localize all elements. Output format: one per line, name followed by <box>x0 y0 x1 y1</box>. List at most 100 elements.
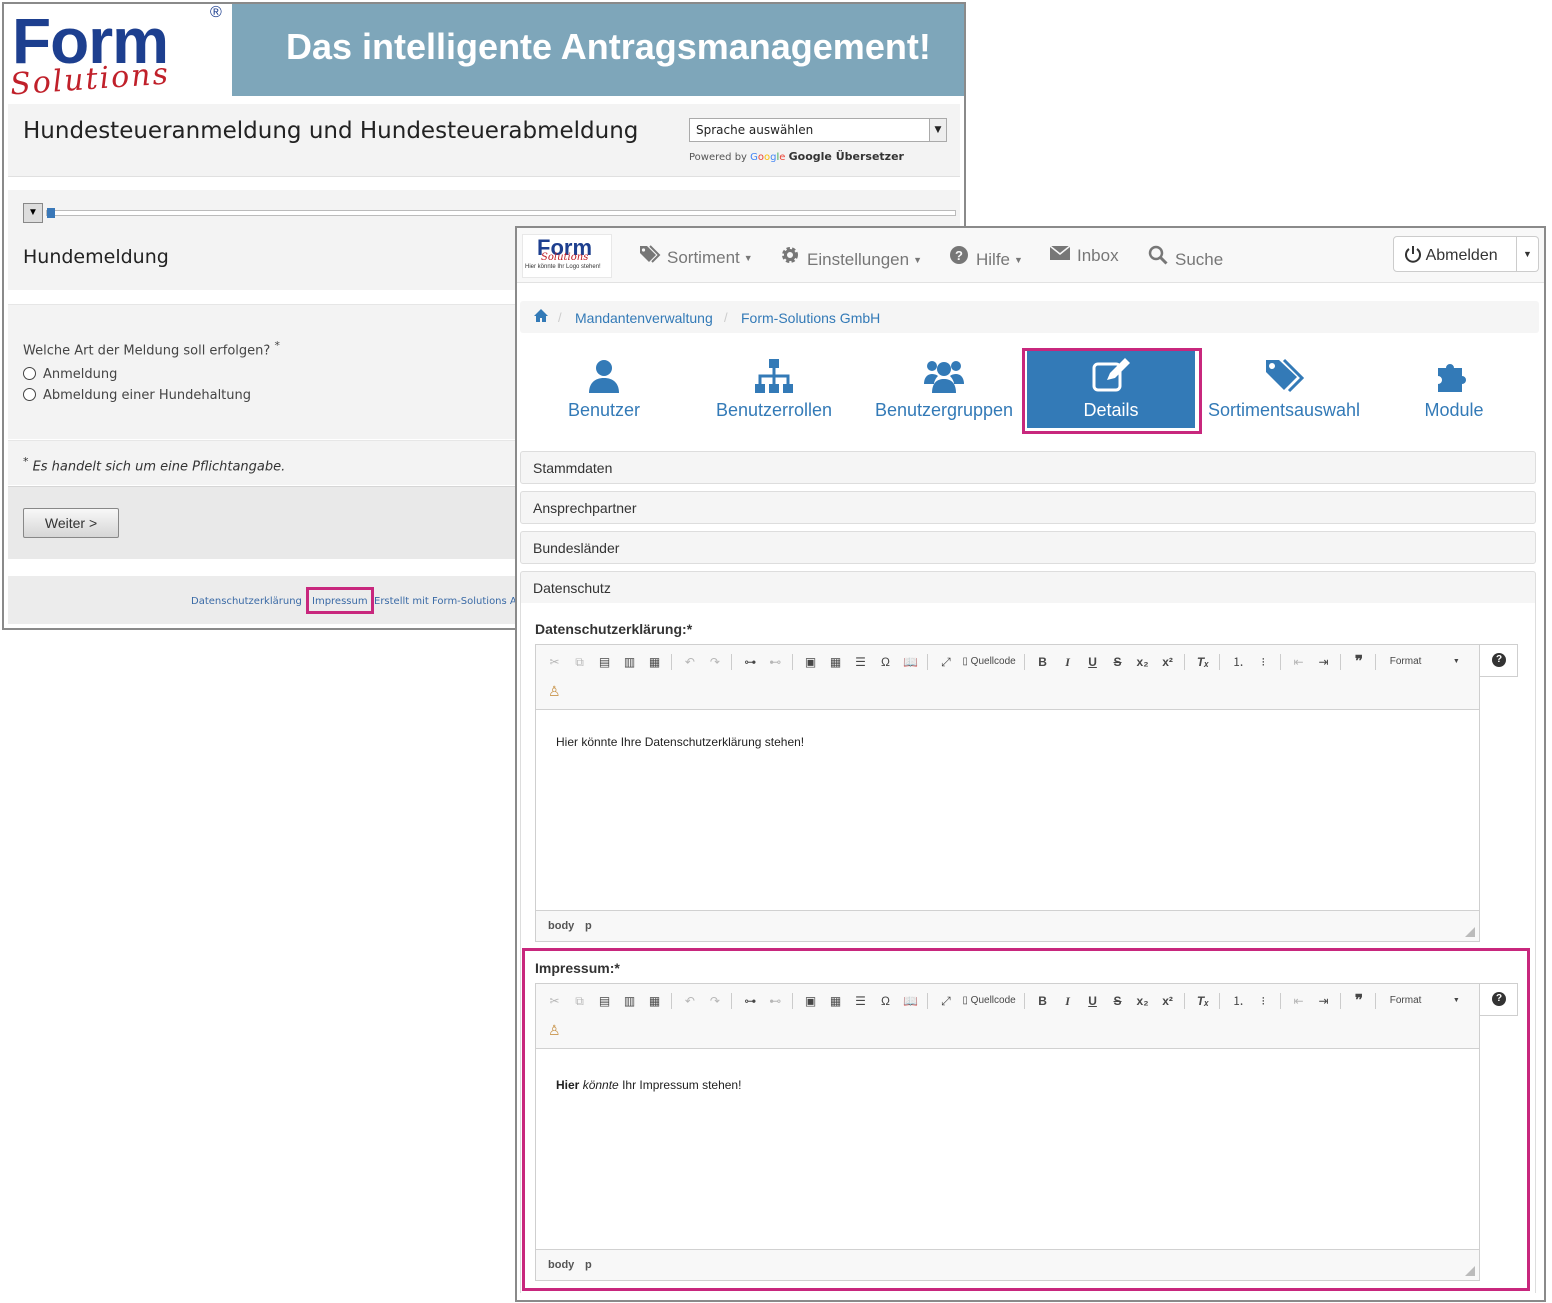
help-button[interactable]: ? <box>1480 983 1518 1016</box>
breadcrumb-mandantenverwaltung[interactable]: Mandantenverwaltung <box>575 310 713 326</box>
bold-icon[interactable]: B <box>1034 992 1051 1010</box>
accordion-ansprechpartner[interactable]: Ansprechpartner <box>520 491 1536 524</box>
accordion-bundeslaender[interactable]: Bundesländer <box>520 531 1536 564</box>
link-icon[interactable]: ⊶ <box>742 992 759 1010</box>
italic-icon[interactable]: I <box>1059 653 1076 671</box>
paste-icon[interactable]: ▤ <box>596 653 613 671</box>
next-button[interactable]: Weiter > <box>23 508 119 538</box>
home-icon[interactable] <box>533 308 549 326</box>
nav-suche[interactable]: Suche <box>1147 245 1223 270</box>
strike-icon[interactable]: S <box>1109 653 1126 671</box>
impressum-editor-content[interactable]: Hier könnte Ihr Impressum stehen! <box>556 1078 741 1092</box>
radio-abmeldung[interactable]: Abmeldung einer Hundehaltung <box>23 388 251 403</box>
language-select[interactable]: Sprache auswählen ▼ <box>689 118 947 142</box>
format-select[interactable]: Format ▼ <box>1386 653 1460 671</box>
source-button[interactable]: ▯ Quellcode <box>962 992 1015 1010</box>
path-body[interactable]: body <box>548 1259 574 1271</box>
indent-icon[interactable]: ⇥ <box>1315 653 1332 671</box>
path-body[interactable]: body <box>548 920 574 932</box>
stamp-icon[interactable]: ♙ <box>548 683 561 700</box>
format-select[interactable]: Format ▼ <box>1386 992 1460 1010</box>
underline-icon[interactable]: U <box>1084 653 1101 671</box>
image-icon[interactable]: ▣ <box>802 992 819 1010</box>
blockquote-icon[interactable]: ❞ <box>1350 653 1367 671</box>
path-p[interactable]: p <box>585 1259 592 1271</box>
subscript-icon[interactable]: x₂ <box>1134 653 1151 671</box>
unlink-icon[interactable]: ⊷ <box>767 992 784 1010</box>
tile-benutzerrollen[interactable]: Benutzerrollen <box>687 348 861 434</box>
bold-icon[interactable]: B <box>1034 653 1051 671</box>
resize-handle[interactable] <box>1465 927 1475 937</box>
radio-circle-icon[interactable] <box>23 367 36 380</box>
outdent-icon[interactable]: ⇤ <box>1290 653 1307 671</box>
progress-toggle-icon[interactable]: ▼ <box>23 203 43 223</box>
radio-circle-icon[interactable] <box>23 388 36 401</box>
redo-icon[interactable]: ↷ <box>706 992 723 1010</box>
special-char-icon[interactable]: Ω <box>877 992 894 1010</box>
chevron-down-icon[interactable]: ▼ <box>929 119 946 141</box>
remove-format-icon[interactable]: Tₓ <box>1194 653 1211 671</box>
stamp-icon[interactable]: ♙ <box>548 1022 561 1039</box>
bullet-list-icon[interactable]: ⁝ <box>1255 653 1272 671</box>
copy-icon[interactable]: ⧉ <box>571 653 588 671</box>
superscript-icon[interactable]: x² <box>1159 653 1176 671</box>
horizontal-rule-icon[interactable]: ☰ <box>852 653 869 671</box>
indent-icon[interactable]: ⇥ <box>1315 992 1332 1010</box>
paste-icon[interactable]: ▤ <box>596 992 613 1010</box>
footer-link-created-with[interactable]: Erstellt mit Form-Solutions A <box>374 596 517 607</box>
special-char-icon[interactable]: Ω <box>877 653 894 671</box>
client-logo[interactable]: Form Solutions Hier könnte Ihr Logo steh… <box>522 234 612 278</box>
undo-icon[interactable]: ↶ <box>681 992 698 1010</box>
cut-icon[interactable]: ✂ <box>546 653 563 671</box>
italic-icon[interactable]: I <box>1059 992 1076 1010</box>
table-icon[interactable]: ▦ <box>827 653 844 671</box>
table-icon[interactable]: ▦ <box>827 992 844 1010</box>
superscript-icon[interactable]: x² <box>1159 992 1176 1010</box>
book-icon[interactable]: 📖 <box>902 992 919 1010</box>
numbered-list-icon[interactable]: ⒈ <box>1230 992 1247 1010</box>
unlink-icon[interactable]: ⊷ <box>767 653 784 671</box>
nav-sortiment[interactable]: Sortiment ▼ <box>639 245 753 268</box>
privacy-editor[interactable]: ✂ ⧉ ▤ ▥ ▦ ↶ ↷ ⊶ ⊷ ▣ ▦ ☰ Ω 📖 ⤢ ▯ Quellcode B I U Sx₂ x² … <box>535 644 1480 942</box>
nav-inbox[interactable]: Inbox <box>1049 245 1119 266</box>
bullet-list-icon[interactable]: ⁝ <box>1255 992 1272 1010</box>
blockquote-icon[interactable]: ❞ <box>1350 992 1367 1010</box>
strike-icon[interactable]: S <box>1109 992 1126 1010</box>
tile-details[interactable]: Details <box>1027 348 1195 428</box>
nav-hilfe[interactable]: ? Hilfe ▼ <box>948 245 1023 270</box>
accordion-datenschutz[interactable]: Datenschutz <box>520 571 1536 604</box>
source-button[interactable]: ▯ Quellcode <box>962 653 1015 671</box>
logout-button[interactable]: Abmelden <box>1393 236 1517 272</box>
resize-handle[interactable] <box>1465 1266 1475 1276</box>
impressum-editor[interactable]: ✂ ⧉ ▤ ▥ ▦ ↶ ↷ ⊶ ⊷ ▣ ▦ ☰ Ω 📖 ⤢ ▯ Quellcode B I U Sx₂ x² … <box>535 983 1480 1281</box>
paste-word-icon[interactable]: ▦ <box>646 653 663 671</box>
numbered-list-icon[interactable]: ⒈ <box>1230 653 1247 671</box>
tile-benutzer[interactable]: Benutzer <box>517 348 691 434</box>
paste-text-icon[interactable]: ▥ <box>621 653 638 671</box>
underline-icon[interactable]: U <box>1084 992 1101 1010</box>
link-icon[interactable]: ⊶ <box>742 653 759 671</box>
image-icon[interactable]: ▣ <box>802 653 819 671</box>
help-button[interactable]: ? <box>1480 644 1518 677</box>
cut-icon[interactable]: ✂ <box>546 992 563 1010</box>
horizontal-rule-icon[interactable]: ☰ <box>852 992 869 1010</box>
radio-anmeldung[interactable]: Anmeldung <box>23 367 117 382</box>
nav-einstellungen[interactable]: Einstellungen ▼ <box>779 245 922 270</box>
logout-dropdown-toggle[interactable]: ▼ <box>1517 236 1539 272</box>
maximize-icon[interactable]: ⤢ <box>937 653 954 671</box>
path-p[interactable]: p <box>585 920 592 932</box>
breadcrumb-form-solutions[interactable]: Form-Solutions GmbH <box>741 310 880 326</box>
remove-format-icon[interactable]: Tₓ <box>1194 992 1211 1010</box>
tile-sortimentsauswahl[interactable]: Sortimentsauswahl <box>1197 348 1371 434</box>
privacy-editor-content[interactable]: Hier könnte Ihre Datenschutzerklärung st… <box>556 735 804 749</box>
maximize-icon[interactable]: ⤢ <box>937 992 954 1010</box>
accordion-stammdaten[interactable]: Stammdaten <box>520 451 1536 484</box>
tile-benutzergruppen[interactable]: Benutzergruppen <box>857 348 1031 434</box>
undo-icon[interactable]: ↶ <box>681 653 698 671</box>
outdent-icon[interactable]: ⇤ <box>1290 992 1307 1010</box>
footer-link-privacy[interactable]: Datenschutzerklärung <box>191 596 302 607</box>
paste-word-icon[interactable]: ▦ <box>646 992 663 1010</box>
book-icon[interactable]: 📖 <box>902 653 919 671</box>
tile-module[interactable]: Module <box>1367 348 1541 434</box>
copy-icon[interactable]: ⧉ <box>571 992 588 1010</box>
